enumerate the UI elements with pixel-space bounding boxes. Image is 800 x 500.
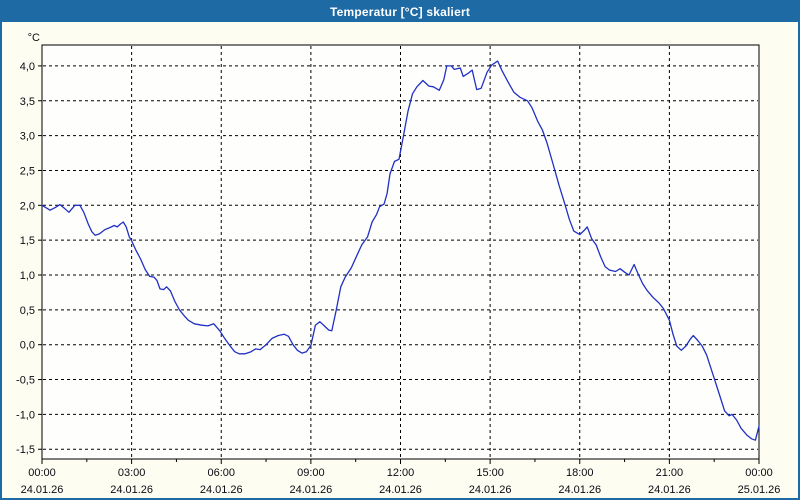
x-tick-time-label: 18:00 [566,467,594,479]
x-tick-time-label: 00:00 [745,467,773,479]
x-tick-date-label: 24.01.26 [200,484,243,496]
x-tick-time-label: 15:00 [476,467,504,479]
chart-window: Temperatur [°C] skaliert °C 4,0 3,5 3,0 2,5 2… [0,0,800,500]
x-tick-time-label: 09:00 [297,467,325,479]
y-tick-label: 4,0 [20,61,35,73]
x-tick-time-label: 06:00 [207,467,235,479]
y-tick-label: 3,0 [20,131,35,143]
x-tick-date-label: 24.01.26 [648,484,691,496]
x-tick-date-label: 24.01.26 [289,484,332,496]
y-tick-label: 2,0 [20,200,35,212]
y-tick-label: -1,5 [16,444,35,456]
x-tick-time-label: 00:00 [28,467,56,479]
x-tick-time-label: 03:00 [118,467,146,479]
x-tick-date-label: 24.01.26 [558,484,601,496]
y-tick-label: -0,5 [16,375,35,387]
y-tick-label: 0,0 [20,340,35,352]
y-axis-unit-label: °C [28,32,40,44]
temperature-chart: °C 4,0 3,5 3,0 2,5 2,0 1,5 1,0 0,5 0,0 -0,5 -1,0 -1,… [16,32,781,496]
y-tick-label: 1,0 [20,270,35,282]
y-tick-label: 2,5 [20,165,35,177]
x-tick-date-label: 24.01.26 [110,484,153,496]
y-tick-label: 1,5 [20,235,35,247]
x-tick-time-label: 12:00 [387,467,415,479]
x-tick-date-label: 24.01.26 [469,484,512,496]
x-tick-date-label: 25.01.26 [738,484,781,496]
x-tick-date-label: 24.01.26 [379,484,422,496]
y-tick-label: 3,5 [20,96,35,108]
x-tick-date-label: 24.01.26 [21,484,64,496]
x-tick-time-label: 21:00 [656,467,684,479]
y-tick-label: 0,5 [20,305,35,317]
y-tick-label: -1,0 [16,409,35,421]
